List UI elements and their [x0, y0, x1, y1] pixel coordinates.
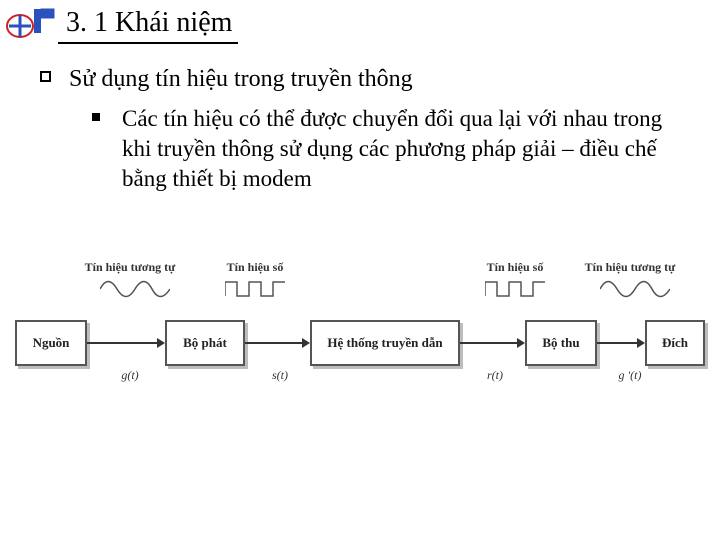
communication-diagram: Tín hiệu tương tự Tín hiệu số Tín hiệu s…	[15, 260, 705, 430]
digital-wave-2-icon	[485, 278, 545, 300]
slide-content: Sử dụng tín hiệu trong truyền thông Các …	[0, 48, 720, 194]
box-receiver: Bộ thu	[525, 320, 597, 366]
label-digital-2: Tín hiệu số	[475, 260, 555, 275]
analog-wave-1-icon	[100, 278, 170, 300]
box-transmitter: Bộ phát	[165, 320, 245, 366]
bullet-level1-text: Sử dụng tín hiệu trong truyền thông	[69, 64, 413, 94]
label-analog-1: Tín hiệu tương tự	[75, 260, 185, 275]
arrow-1-icon	[87, 336, 165, 350]
digital-wave-1-icon	[225, 278, 285, 300]
label-s: s(t)	[260, 368, 300, 383]
box-channel: Hệ thống truyền dẫn	[310, 320, 460, 366]
analog-wave-2-icon	[600, 278, 670, 300]
label-analog-2: Tín hiệu tương tự	[575, 260, 685, 275]
label-g: g(t)	[110, 368, 150, 383]
arrow-4-icon	[597, 336, 645, 350]
arrow-2-icon	[245, 336, 310, 350]
logo-icon	[6, 6, 56, 40]
arrow-3-icon	[460, 336, 525, 350]
box-destination: Đích	[645, 320, 705, 366]
square-fill-bullet-icon	[92, 113, 100, 121]
slide: 3. 1 Khái niệm Sử dụng tín hiệu trong tr…	[0, 0, 720, 540]
box-source: Nguồn	[15, 320, 87, 366]
label-digital-1: Tín hiệu số	[215, 260, 295, 275]
label-gprime: g '(t)	[605, 368, 655, 383]
bullet-level2: Các tín hiệu có thể được chuyển đổi qua …	[40, 104, 690, 194]
slide-title: 3. 1 Khái niệm	[66, 8, 232, 39]
bullet-level2-text: Các tín hiệu có thể được chuyển đổi qua …	[122, 104, 690, 194]
square-open-bullet-icon	[40, 71, 51, 82]
slide-header: 3. 1 Khái niệm	[0, 0, 720, 42]
title-underline	[58, 42, 238, 44]
label-r: r(t)	[475, 368, 515, 383]
bullet-level1: Sử dụng tín hiệu trong truyền thông	[40, 64, 690, 94]
